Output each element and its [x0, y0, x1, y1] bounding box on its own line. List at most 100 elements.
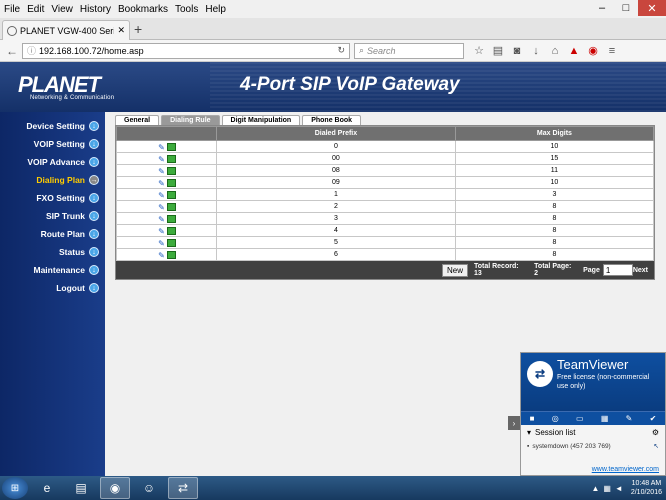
- sidebar-item-status[interactable]: Status ↓: [59, 244, 99, 260]
- edit-icon[interactable]: ✎: [157, 227, 166, 236]
- network-icon[interactable]: ▦: [603, 484, 611, 493]
- dialed-prefix-cell: 5: [216, 236, 456, 249]
- chat-icon[interactable]: ▭: [576, 414, 584, 423]
- sidebar-item-sip-trunk[interactable]: SIP Trunk ↓: [46, 208, 99, 224]
- maximize-button[interactable]: □: [614, 0, 638, 16]
- edit-icon[interactable]: ✎: [157, 191, 166, 200]
- close-window-button[interactable]: ✕: [638, 0, 666, 16]
- search-input[interactable]: ⌕ Search: [354, 42, 464, 59]
- menu-edit[interactable]: Edit: [27, 4, 44, 15]
- sidebar: Device Setting ↓ VOIP Setting ↓ VOIP Advan…: [0, 112, 105, 476]
- teamviewer-link[interactable]: www.teamviewer.com: [592, 466, 659, 473]
- edit-icon[interactable]: ✎: [157, 239, 166, 248]
- download-icon[interactable]: ↓: [529, 44, 543, 58]
- edit-icon[interactable]: ✎: [157, 155, 166, 164]
- home-icon[interactable]: ⌂: [548, 44, 562, 58]
- favicon-icon: [7, 25, 17, 36]
- dialed-prefix-cell: 1: [216, 188, 456, 201]
- pocket-icon[interactable]: ◙: [510, 44, 524, 58]
- url-bar[interactable]: ⓘ 192.168.100.72/home.asp ↻: [22, 42, 350, 59]
- menu-history[interactable]: History: [80, 4, 111, 15]
- menu-file[interactable]: File: [4, 4, 20, 15]
- menu-help[interactable]: Help: [205, 4, 226, 15]
- file-icon[interactable]: ▦: [601, 414, 609, 423]
- delete-icon[interactable]: [167, 178, 176, 187]
- max-digits-cell: 10: [454, 140, 655, 153]
- delete-icon[interactable]: [167, 202, 176, 211]
- teamviewer-toolbar: ■ ◎ ▭ ▦ ✎ ✔: [521, 411, 665, 425]
- messenger-icon[interactable]: ☺: [134, 477, 164, 499]
- search-icon: ⌕: [359, 45, 365, 55]
- sidebar-item-maintenance[interactable]: Maintenance ↓: [34, 262, 99, 278]
- delete-icon[interactable]: [167, 226, 176, 235]
- clock[interactable]: 10:48 AM 2/10/2016: [631, 479, 662, 497]
- delete-icon[interactable]: [167, 166, 176, 175]
- explorer-icon[interactable]: ▤: [66, 477, 96, 499]
- tab-phone-book[interactable]: Phone Book: [302, 115, 362, 125]
- ie-icon[interactable]: e: [32, 477, 62, 499]
- delete-icon[interactable]: [167, 142, 176, 151]
- max-digits-cell: 8: [454, 200, 655, 213]
- tab-general[interactable]: General: [115, 115, 160, 125]
- page-input[interactable]: 1: [602, 264, 633, 276]
- tray-arrow-icon[interactable]: ▲: [591, 484, 599, 493]
- edit-icon[interactable]: ✎: [157, 179, 166, 188]
- sidebar-item-voip-advance[interactable]: VOIP Advance ↓: [27, 154, 99, 170]
- reading-list-icon[interactable]: ▤: [491, 44, 505, 58]
- delete-icon[interactable]: [167, 190, 176, 199]
- delete-icon[interactable]: [167, 214, 176, 223]
- row-actions: ✎: [116, 236, 217, 249]
- delete-icon[interactable]: [167, 250, 176, 259]
- teamviewer-collapse-button[interactable]: ›: [508, 416, 520, 430]
- menu-view[interactable]: View: [51, 4, 73, 15]
- tab-digit-manipulation[interactable]: Digit Manipulation: [221, 115, 301, 125]
- flash-icon[interactable]: ▲: [567, 44, 581, 58]
- headset-icon[interactable]: ◎: [552, 414, 559, 423]
- edit-icon[interactable]: ✎: [157, 215, 166, 224]
- edit-icon[interactable]: ✎: [157, 167, 166, 176]
- menu-tools[interactable]: Tools: [175, 4, 198, 15]
- sidebar-item-logout[interactable]: Logout ↓: [56, 280, 99, 296]
- next-link[interactable]: Next: [633, 267, 648, 274]
- reload-icon[interactable]: ↻: [337, 45, 345, 56]
- delete-icon[interactable]: [167, 154, 176, 163]
- table-row: ✎ 00 15: [116, 152, 655, 165]
- session-list-header[interactable]: ▾ Session list ⚙: [521, 425, 665, 439]
- delete-icon[interactable]: [167, 238, 176, 247]
- back-button[interactable]: ←: [4, 43, 20, 59]
- firefox-icon[interactable]: ◉: [100, 477, 130, 499]
- bookmark-star-icon[interactable]: ☆: [472, 44, 486, 58]
- teamviewer-taskbar-icon[interactable]: ⇄: [168, 477, 198, 499]
- session-item[interactable]: ▪ systemdown (457 203 769) ↖: [521, 439, 665, 453]
- edit-icon[interactable]: ✎: [157, 203, 166, 212]
- sidebar-item-voip-setting[interactable]: VOIP Setting ↓: [34, 136, 99, 152]
- content-tabs: General Dialing Rule Digit Manipulation …: [115, 115, 363, 125]
- sidebar-item-device-setting[interactable]: Device Setting ↓: [26, 118, 99, 134]
- new-tab-button[interactable]: +: [134, 21, 142, 37]
- extension-icon[interactable]: ◉: [586, 44, 600, 58]
- whiteboard-icon[interactable]: ✎: [626, 414, 633, 423]
- hamburger-menu-icon[interactable]: ≡: [605, 44, 619, 58]
- tools-icon[interactable]: ✔: [650, 414, 657, 423]
- max-digits-cell: 15: [454, 152, 655, 165]
- sidebar-item-dialing-plan[interactable]: Dialing Plan →: [36, 172, 99, 188]
- browser-tab[interactable]: PLANET VGW-400 Series IP Tel... ✕: [2, 20, 130, 40]
- teamviewer-logo-icon: ⇄: [527, 361, 553, 387]
- table-row: ✎ 3 8: [116, 212, 655, 225]
- sidebar-item-route-plan[interactable]: Route Plan ↓: [41, 226, 99, 242]
- tab-dialing-rule[interactable]: Dialing Rule: [161, 115, 220, 125]
- chevron-down-icon: ↓: [89, 283, 99, 293]
- close-tab-icon[interactable]: ✕: [117, 25, 125, 36]
- volume-icon[interactable]: ◄: [615, 484, 623, 493]
- sidebar-item-fxo-setting[interactable]: FXO Setting ↓: [36, 190, 99, 206]
- menu-bookmarks[interactable]: Bookmarks: [118, 4, 168, 15]
- edit-icon[interactable]: ✎: [157, 251, 166, 260]
- new-button[interactable]: New: [442, 263, 468, 277]
- minimize-button[interactable]: –: [590, 0, 614, 16]
- video-icon[interactable]: ■: [530, 414, 535, 423]
- settings-icon[interactable]: ⚙: [652, 428, 659, 437]
- start-button[interactable]: ⊞: [2, 477, 28, 499]
- table-row: ✎ 1 3: [116, 188, 655, 201]
- edit-icon[interactable]: ✎: [157, 143, 166, 152]
- table-row: ✎ 6 8: [116, 248, 655, 261]
